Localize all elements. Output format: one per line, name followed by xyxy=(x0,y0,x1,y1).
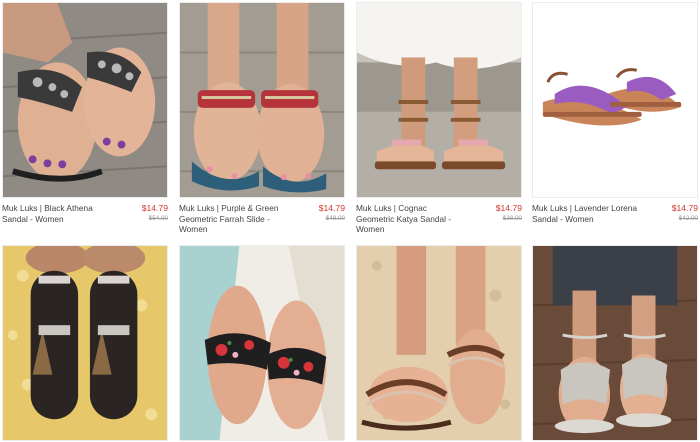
product-image[interactable] xyxy=(179,245,345,441)
product-image[interactable] xyxy=(356,245,522,441)
sale-price: $14.79 xyxy=(318,203,345,213)
product-name-line: Muk Luks | Cognac xyxy=(356,203,427,213)
product-name-line: Geometric Katya Sandal - xyxy=(356,213,451,224)
product-info[interactable]: Muk Luks | Lavender Lorena Sandal - Wome… xyxy=(532,203,698,239)
product-name-line: Sandal - Women xyxy=(532,213,594,224)
sandal-photo-floral-slide xyxy=(180,246,344,440)
product-image[interactable] xyxy=(2,245,168,441)
sandal-photo-beaded-thong xyxy=(357,246,521,440)
product-name-line: Muk Luks | Black Athena xyxy=(2,203,93,213)
sale-price: $14.79 xyxy=(671,203,698,213)
product-grid: Muk Luks | Black Athena Sandal - Women $… xyxy=(0,0,700,442)
product-name-line: Geometric Farrah Slide - xyxy=(179,213,270,224)
product-name[interactable]: Muk Luks | Black Athena Sandal - Women xyxy=(2,203,130,224)
product-image[interactable] xyxy=(356,2,522,198)
sandal-photo-lorena xyxy=(533,3,697,197)
sale-price: $14.79 xyxy=(495,203,522,213)
product-image[interactable] xyxy=(532,2,698,198)
sandal-photo-farrah-slide xyxy=(180,3,344,197)
product-info[interactable]: Muk Luks | Cognac Geometric Katya Sandal… xyxy=(356,203,522,239)
product-image[interactable] xyxy=(532,245,698,441)
product-name-line: Muk Luks | Lavender Lorena xyxy=(532,203,638,213)
product-name-line: Muk Luks | Purple & Green xyxy=(179,203,279,213)
product-name[interactable]: Muk Luks | Lavender Lorena Sandal - Wome… xyxy=(532,203,660,224)
product-name-line: Women xyxy=(356,224,385,234)
sandal-photo-katya xyxy=(357,3,521,197)
product-name[interactable]: Muk Luks | Cognac Geometric Katya Sandal… xyxy=(356,203,484,235)
product-name[interactable]: Muk Luks | Purple & Green Geometric Farr… xyxy=(179,203,307,235)
product-image[interactable] xyxy=(2,2,168,198)
sandal-photo-black-athena xyxy=(3,3,167,197)
product-name-line: Sandal - Women xyxy=(2,213,64,224)
product-name-line: Women xyxy=(179,224,208,234)
product-info[interactable]: Muk Luks | Purple & Green Geometric Farr… xyxy=(179,203,345,239)
sale-price: $14.79 xyxy=(141,203,168,213)
product-info[interactable]: Muk Luks | Black Athena Sandal - Women $… xyxy=(2,203,168,239)
original-price: $54.00 xyxy=(148,215,168,222)
original-price: $38.00 xyxy=(502,215,522,222)
original-price: $42.00 xyxy=(678,215,698,222)
original-price: $48.00 xyxy=(325,215,345,222)
sandal-photo-silver-sandal xyxy=(533,246,697,440)
product-image[interactable] xyxy=(179,2,345,198)
sandal-photo-tassel-black xyxy=(3,246,167,440)
